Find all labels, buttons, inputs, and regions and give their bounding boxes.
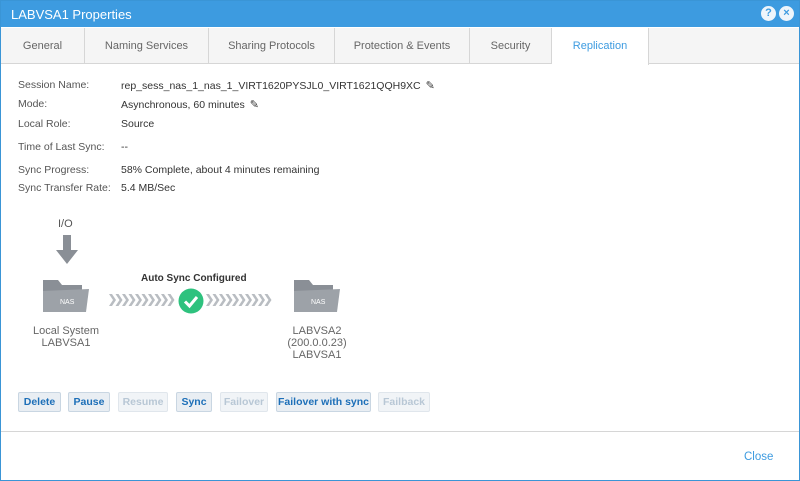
io-label: I/O	[58, 218, 73, 230]
failback-button[interactable]: Failback	[378, 392, 430, 412]
help-icon[interactable]: ?	[761, 6, 776, 21]
resume-button[interactable]: Resume	[118, 392, 168, 412]
remote-system-line1: LABVSA2	[292, 325, 342, 337]
chevron-icon	[212, 294, 220, 306]
chevron-icon	[128, 294, 136, 306]
mode-label: Mode:	[18, 98, 48, 110]
chevron-icon	[232, 294, 239, 306]
sync-progress-label: Sync Progress:	[18, 164, 90, 176]
local-system-label: Local System LABVSA1	[26, 325, 106, 349]
local-system-line2: LABVSA1	[41, 337, 91, 349]
folder-badge: NAS	[311, 299, 326, 306]
edit-pencil-icon[interactable]: ✎	[250, 98, 259, 111]
chevron-icon	[167, 294, 175, 306]
chevron-icon	[141, 294, 149, 306]
chevron-icon	[115, 294, 123, 306]
tab-bar: General Naming Services Sharing Protocol…	[1, 28, 799, 65]
window-title: LABVSA1 Properties	[11, 7, 132, 22]
tab-naming-services[interactable]: Naming Services	[85, 28, 209, 64]
chevron-icon	[219, 294, 226, 306]
remote-system-line3: LABVSA1	[292, 349, 342, 361]
chevron-icon	[238, 294, 246, 306]
session-name-label: Session Name:	[18, 79, 90, 91]
sync-button[interactable]: Sync	[176, 392, 212, 412]
chevron-icon	[154, 294, 162, 306]
tab-general[interactable]: General	[1, 28, 85, 64]
sync-status-title: Auto Sync Configured	[141, 273, 247, 284]
chevron-icon	[225, 294, 233, 306]
chevron-icon	[258, 294, 265, 306]
chevron-icon	[251, 294, 259, 306]
close-icon[interactable]: ×	[779, 6, 794, 21]
mode-text: Asynchronous, 60 minutes	[121, 99, 245, 111]
remote-system-label: LABVSA2 (200.0.0.23) LABVSA1	[272, 325, 362, 361]
chevron-arrows-left	[109, 294, 175, 306]
transfer-rate-value: 5.4 MB/Sec	[121, 182, 176, 194]
local-role-label: Local Role:	[18, 118, 71, 130]
sync-progress-value: 58% Complete, about 4 minutes remaining	[121, 164, 320, 176]
chevron-arrows-right	[206, 294, 272, 306]
session-name-value: rep_sess_nas_1_nas_1_VIRT1620PYSJL0_VIRT…	[121, 79, 435, 92]
failover-button[interactable]: Failover	[220, 392, 268, 412]
remote-system-line2: (200.0.0.23)	[287, 337, 347, 349]
title-bar: LABVSA1 Properties ? ×	[1, 1, 799, 27]
last-sync-label: Time of Last Sync:	[18, 141, 105, 153]
chevron-icon	[122, 294, 129, 306]
folder-badge: NAS	[60, 299, 75, 306]
edit-pencil-icon[interactable]: ✎	[426, 79, 435, 92]
properties-dialog: LABVSA1 Properties ? × General Naming Se…	[0, 0, 800, 481]
local-role-value: Source	[121, 118, 155, 130]
chevron-icon	[161, 294, 168, 306]
tab-protection-events[interactable]: Protection & Events	[335, 28, 470, 64]
delete-button[interactable]: Delete	[18, 392, 61, 412]
arrow-down-icon	[56, 235, 78, 264]
failover-with-sync-button[interactable]: Failover with sync	[276, 392, 371, 412]
chevron-icon	[148, 294, 155, 306]
transfer-rate-label: Sync Transfer Rate:	[18, 182, 111, 194]
tab-replication[interactable]: Replication	[552, 28, 649, 65]
mode-value: Asynchronous, 60 minutes ✎	[121, 98, 259, 111]
nas-folder-icon: NAS	[294, 280, 340, 312]
chevron-icon	[264, 294, 272, 306]
tab-sharing-protocols[interactable]: Sharing Protocols	[209, 28, 335, 64]
chevron-icon	[206, 294, 213, 306]
last-sync-value: --	[121, 141, 128, 153]
close-button[interactable]: Close	[744, 451, 773, 463]
tab-security[interactable]: Security	[470, 28, 552, 64]
nas-folder-icon: NAS	[43, 280, 89, 312]
pause-button[interactable]: Pause	[68, 392, 110, 412]
local-system-line1: Local System	[32, 325, 100, 337]
footer-divider	[1, 431, 799, 432]
check-circle-icon	[178, 288, 204, 314]
session-name-text: rep_sess_nas_1_nas_1_VIRT1620PYSJL0_VIRT…	[121, 80, 421, 92]
chevron-icon	[245, 294, 252, 306]
chevron-icon	[135, 294, 142, 306]
chevron-icon	[109, 294, 116, 306]
